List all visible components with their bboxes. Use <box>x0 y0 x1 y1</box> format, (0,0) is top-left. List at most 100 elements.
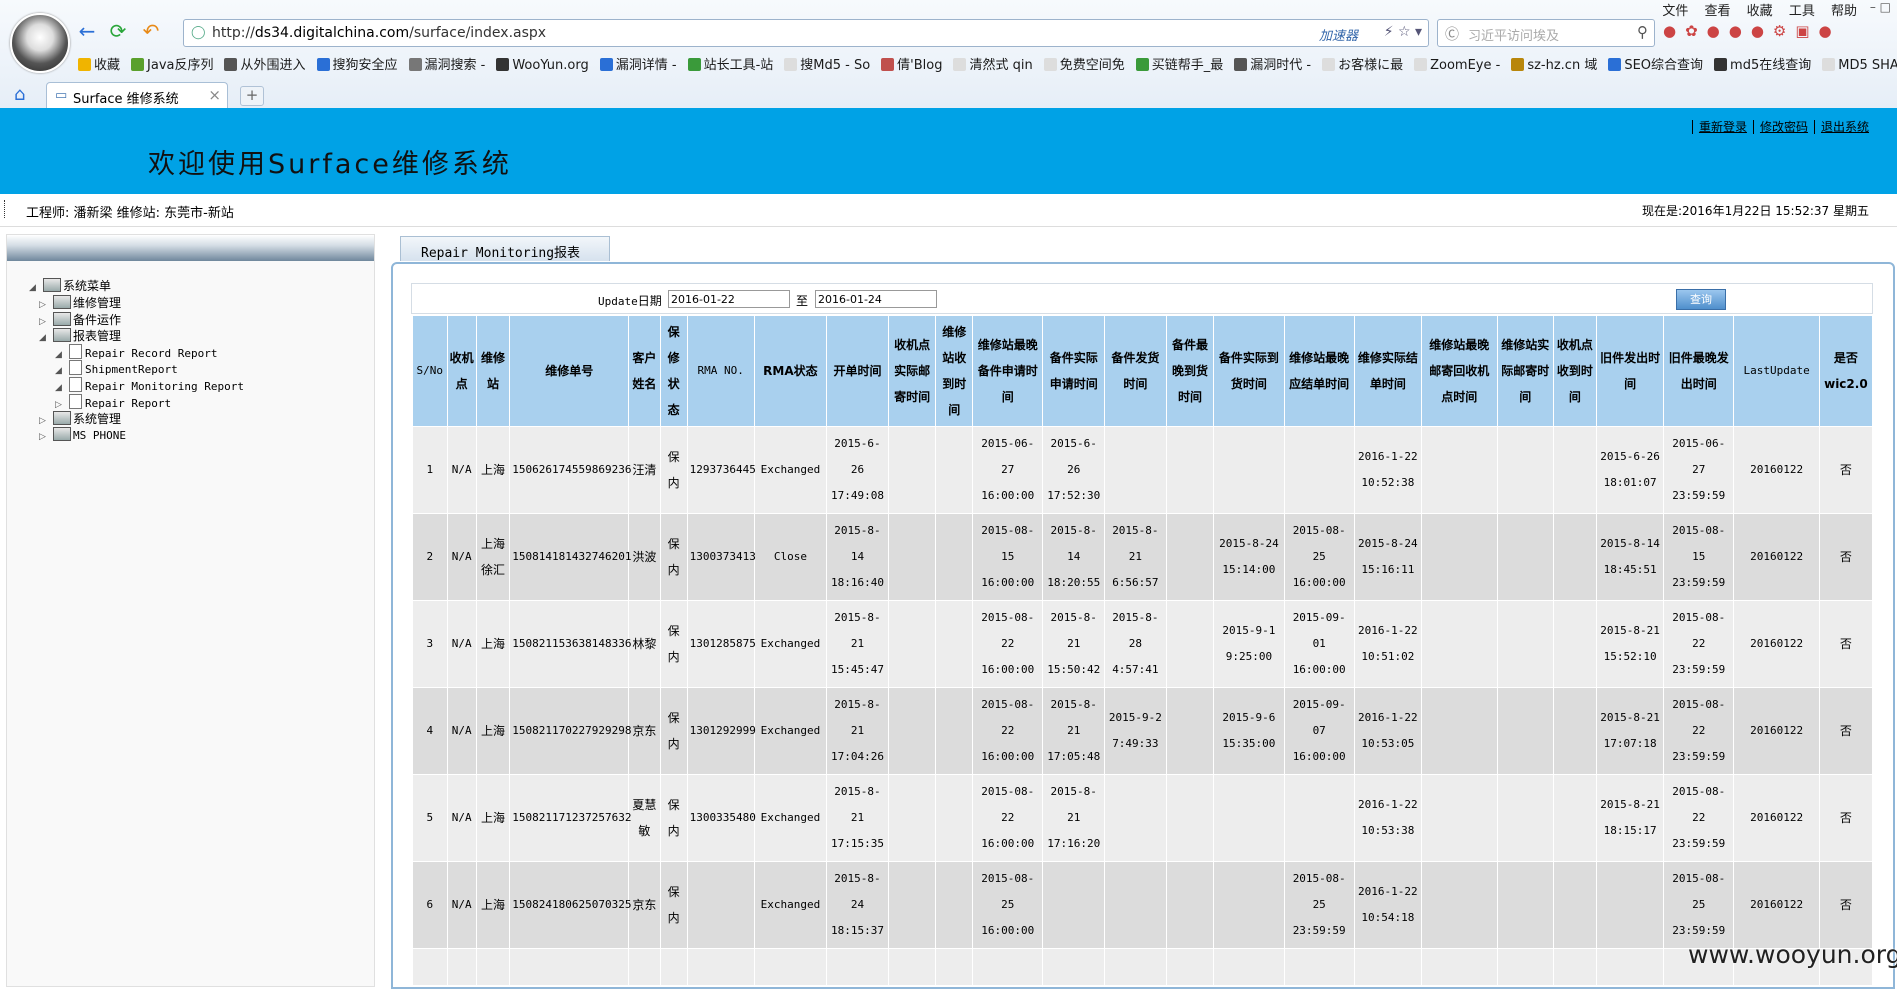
column-header[interactable]: 开单时间 <box>826 315 889 427</box>
tree-item[interactable]: ◢ ShipmentReport <box>55 360 178 376</box>
bookmark-item[interactable]: SEO综合查询 <box>1608 54 1703 73</box>
tab-repair-monitoring[interactable]: Repair Monitoring报表 <box>400 236 610 261</box>
change-password-link[interactable]: 修改密码 <box>1752 120 1808 134</box>
bookmark-item[interactable]: 倩'Blog <box>881 54 942 73</box>
bookmark-item[interactable]: WooYun.org <box>496 58 589 73</box>
column-header[interactable]: 收机点收到时间 <box>1552 315 1598 427</box>
column-header[interactable]: LastUpdate <box>1733 315 1820 427</box>
bookmark-item[interactable]: 漏洞详情 - <box>599 54 677 73</box>
home-icon[interactable]: ⌂ <box>14 84 25 105</box>
tree-item[interactable]: ▷ MS PHONE <box>39 426 126 442</box>
column-header[interactable]: 收机点实际邮寄时间 <box>887 315 937 427</box>
column-header[interactable]: 是否wic2.0 <box>1818 315 1873 427</box>
bookmark-item[interactable]: 从外围进入 <box>224 54 306 73</box>
date-from-input[interactable] <box>668 290 790 308</box>
query-button[interactable]: 查询 <box>1676 289 1726 310</box>
expanded-arrow-icon[interactable]: ◢ <box>55 366 69 376</box>
tab-surface[interactable]: ▭ Surface 维修系统 × <box>46 82 228 108</box>
column-header[interactable]: RMA状态 <box>753 315 828 427</box>
expanded-arrow-icon[interactable]: ◢ <box>55 383 69 393</box>
tree-item[interactable]: ▷ 系统管理 <box>39 410 121 427</box>
relogin-link[interactable]: 重新登录 <box>1691 120 1747 134</box>
bookmark-item[interactable]: 漏洞时代 - <box>1234 54 1311 73</box>
column-header[interactable]: RMA NO. <box>686 315 755 427</box>
collapsed-arrow-icon[interactable]: ▷ <box>39 300 53 310</box>
bookmark-item[interactable]: 买链帮手_最 <box>1135 54 1223 73</box>
new-tab-button[interactable]: + <box>240 86 264 106</box>
star-icon[interactable]: ⚡ ☆ ▾ <box>1384 24 1422 40</box>
undo-icon[interactable]: ↶ <box>140 20 162 42</box>
collapsed-arrow-icon[interactable]: ▷ <box>39 432 53 442</box>
window-controls[interactable]: – □ <box>1870 0 1891 14</box>
column-header[interactable]: 备件最晚到货时间 <box>1165 315 1215 427</box>
refresh-icon[interactable]: ⟳ <box>107 20 129 42</box>
column-header[interactable]: 客户姓名 <box>628 315 661 427</box>
expanded-arrow-icon[interactable]: ◢ <box>29 283 43 293</box>
column-header[interactable]: 备件发货时间 <box>1104 315 1167 427</box>
bookmark-item[interactable]: sz-hz.cn 域 <box>1511 54 1597 73</box>
column-header[interactable]: 维修实际结单时间 <box>1353 315 1422 427</box>
menu-help[interactable]: 帮助 <box>1831 4 1857 19</box>
column-header[interactable]: S/No <box>412 315 448 427</box>
column-header[interactable]: 维修站实际邮寄时间 <box>1496 315 1554 427</box>
column-header[interactable]: 维修单号 <box>509 315 630 427</box>
column-header[interactable]: 维修站最晚备件申请时间 <box>972 315 1044 427</box>
column-header[interactable]: 维修站 <box>475 315 511 427</box>
column-header[interactable]: 旧件发出时间 <box>1596 315 1665 427</box>
search-engine-icon[interactable]: Ⓒ <box>1445 24 1459 44</box>
table-row[interactable]: 2 N/A 上海徐汇 150814181432746201 洪波 保内 1300373413… <box>412 513 1873 601</box>
tree-item[interactable]: ▷ 维修管理 <box>39 294 121 311</box>
menu-tools[interactable]: 工具 <box>1789 4 1815 19</box>
menu-file[interactable]: 文件 <box>1662 4 1688 19</box>
column-header[interactable]: 维修站收到时间 <box>935 315 974 427</box>
table-row[interactable]: 5 N/A 上海 150821171237257632 夏慧敏 保内 1300335480 E… <box>412 774 1873 862</box>
collapsed-arrow-icon[interactable]: ▷ <box>55 400 69 410</box>
table-row[interactable]: 1 N/A 上海 150626174559869236 汪清 保内 1293736445 Ex… <box>412 426 1873 514</box>
bookmark-item[interactable]: 免费空间免 <box>1043 54 1125 73</box>
bookmark-item[interactable]: 搜狗安全应 <box>316 54 398 73</box>
table-row[interactable]: 上海李建保2015-8-2015-08-2015-8-2015-9-2015-9… <box>412 948 1873 985</box>
column-header[interactable]: 收机点 <box>446 315 477 427</box>
menu-favorites[interactable]: 收藏 <box>1747 4 1773 19</box>
address-url[interactable]: http://ds34.digitalchina.com/surface/ind… <box>212 25 546 41</box>
column-header[interactable]: 备件实际申请时间 <box>1042 315 1106 427</box>
user-avatar[interactable] <box>10 13 70 73</box>
table-row[interactable]: 6 N/A 上海 150824180625070325 京东 保内 Exchanged 201… <box>412 861 1873 949</box>
search-icon[interactable]: ⚲ <box>1637 23 1648 41</box>
bookmark-item[interactable]: ZoomEye - <box>1414 58 1500 73</box>
back-arrow-icon[interactable]: ← <box>76 20 98 42</box>
column-header[interactable]: 维修站最晚邮寄回收机点时间 <box>1420 315 1498 427</box>
bookmark-item[interactable]: 漏洞搜索 - <box>408 54 485 73</box>
accelerator-button[interactable]: 加速器 <box>1319 25 1358 44</box>
expanded-arrow-icon[interactable]: ◢ <box>39 333 53 343</box>
bookmark-item[interactable]: 搜Md5 - So <box>784 54 870 73</box>
toolbar-extension-icons[interactable]: ●✿●●●⚙▣● <box>1663 22 1841 40</box>
table-row[interactable]: 4 N/A 上海 150821170227929298 京东 保内 1301292999 Ex… <box>412 687 1873 775</box>
tree-item[interactable]: ◢ Repair Monitoring Report <box>55 377 244 393</box>
column-header[interactable]: 维修站最晚应结单时间 <box>1283 315 1355 427</box>
tree-item[interactable]: ▷ Repair Report <box>55 393 171 410</box>
column-header[interactable]: 备件实际到货时间 <box>1213 315 1285 427</box>
table-row[interactable]: 3 N/A 上海 150821153638148336 林黎 保内 1301285875 Ex… <box>412 600 1873 688</box>
collapsed-arrow-icon[interactable]: ▷ <box>39 416 53 426</box>
bookmark-item[interactable]: 站长工具-站 <box>687 54 773 73</box>
tree-item[interactable]: ▷ 备件运作 <box>39 311 121 328</box>
report-table-container[interactable]: S/No 收机点 维修站 维修单号 客户姓名 保修状态 RMA NO. RMA状态 开单时间 收机… <box>412 315 1873 985</box>
date-to-input[interactable] <box>815 290 937 308</box>
address-bar[interactable]: ◯ http://ds34.digitalchina.com/surface/i… <box>183 19 1429 47</box>
bookmark-item[interactable]: MD5 SHA-1 <box>1822 58 1897 73</box>
tree-item[interactable]: ◢ 报表管理 <box>39 327 121 344</box>
column-header[interactable]: 旧件最晚发出时间 <box>1663 315 1735 427</box>
bookmark-item[interactable]: お客様に最 <box>1322 54 1403 73</box>
search-box[interactable]: Ⓒ 习近平访问埃及 ⚲ <box>1437 19 1655 47</box>
expanded-arrow-icon[interactable]: ◢ <box>55 350 69 360</box>
bookmark-item[interactable]: 收藏 <box>78 54 120 73</box>
tree-root[interactable]: ◢ 系统菜单 <box>29 277 111 294</box>
bookmark-item[interactable]: md5在线查询 <box>1714 54 1811 73</box>
menu-view[interactable]: 查看 <box>1705 4 1731 19</box>
column-header[interactable]: 保修状态 <box>659 315 688 427</box>
bookmark-item[interactable]: 清然式 qin <box>953 54 1033 73</box>
collapsed-arrow-icon[interactable]: ▷ <box>39 317 53 327</box>
logout-link[interactable]: 退出系统 <box>1813 120 1869 134</box>
bookmark-item[interactable]: Java反序列 <box>131 54 213 73</box>
